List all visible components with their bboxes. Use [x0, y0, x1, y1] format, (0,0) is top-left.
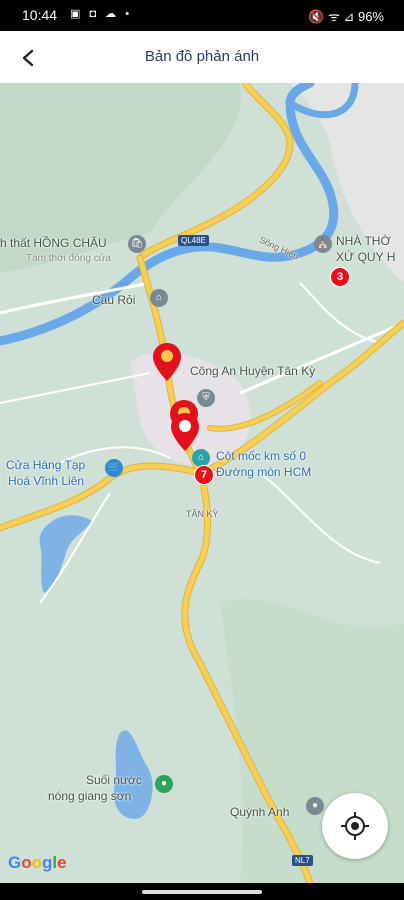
minor-road-5 — [0, 372, 151, 404]
label-hong-chau: h thất HỒNG CHÂU — [0, 236, 107, 250]
label-cua-hang-1: Cửa Hàng Tạp — [6, 458, 86, 472]
notification-icons: ▣ ◘ ☁ • — [70, 8, 133, 20]
label-cua-hang-2: Hoá Vĩnh Liên — [8, 474, 85, 488]
label-nha-tho-2: XỨ QUY H — [336, 250, 396, 264]
hot-spring-icon[interactable]: ● — [155, 775, 173, 793]
home-handle[interactable] — [142, 890, 262, 894]
google-logo: Google — [8, 853, 67, 872]
map-pin-icon — [153, 343, 181, 381]
map-pin-icon — [171, 413, 199, 451]
police-icon[interactable]: ⛨ — [197, 389, 215, 407]
minor-road-4 — [299, 282, 381, 344]
system-nav-bar — [0, 883, 404, 900]
route-shield-ql48e: QL48E — [178, 235, 209, 246]
label-cot-moc-1: Cột mốc km số 0 — [216, 449, 307, 463]
shop-icon[interactable]: 🛍 — [128, 235, 146, 253]
label-tan-ky: TÂN KỲ — [186, 509, 219, 519]
my-location-button[interactable] — [322, 793, 388, 859]
label-suoi-1: Suối nước — [86, 773, 142, 787]
route-shield-nl7: NL7 — [292, 855, 313, 866]
map-view[interactable]: QL48E NL7 🛍 ⛪ ⌂ ⛨ ⌂ 🛒 ● ● h thất HỒNG CH… — [0, 83, 404, 883]
crosshair-icon — [341, 812, 369, 840]
label-cot-moc-2: Đường mòn HCM — [216, 465, 312, 479]
status-time: 10:44 — [22, 7, 58, 23]
church-icon[interactable]: ⛪ — [314, 235, 332, 253]
label-cau-roi: Cầu Rỏi — [92, 293, 136, 307]
cluster-badge-7[interactable]: 7 — [194, 465, 214, 485]
label-suoi-2: nóng giang sơn — [48, 789, 132, 803]
lake-west — [39, 515, 92, 593]
label-quynh-anh: Quỳnh Anh — [230, 805, 290, 819]
store-icon[interactable]: 🛒 — [105, 459, 123, 477]
minor-road-7 — [259, 472, 381, 564]
status-bar: 10:44 ▣ ◘ ☁ • 🔇 ᯤ ⊿ 96% — [0, 0, 404, 31]
label-hong-chau-status: Tạm thời đóng cửa — [26, 253, 111, 264]
bridge-icon[interactable]: ⌂ — [150, 289, 168, 307]
label-cong-an: Công An Huyện Tân Kỳ — [190, 364, 316, 378]
cluster-badge-3[interactable]: 3 — [330, 267, 350, 287]
app-bar: Bản đồ phản ánh — [0, 31, 404, 83]
status-right: 🔇 ᯤ ⊿ 96% — [308, 9, 384, 24]
label-nha-tho-1: NHÀ THỜ — [336, 234, 391, 248]
page-title: Bản đồ phản ánh — [144, 48, 260, 65]
